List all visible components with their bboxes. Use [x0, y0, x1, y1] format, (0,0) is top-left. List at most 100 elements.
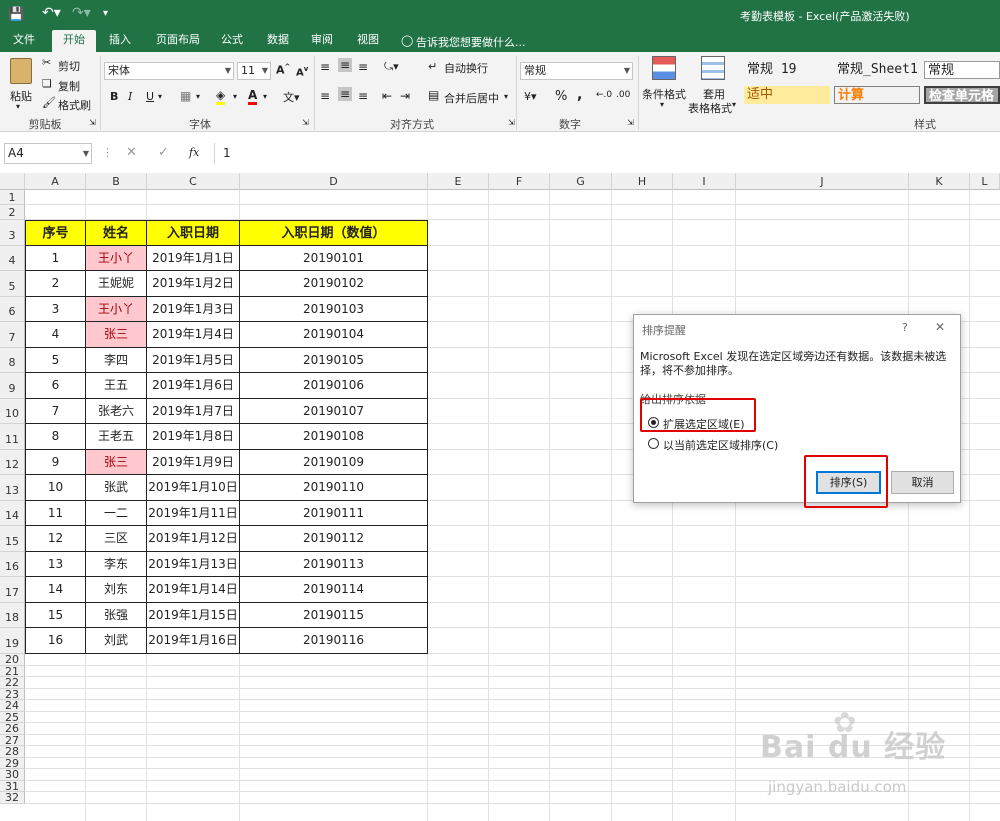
table-cell[interactable]: 1 [25, 246, 86, 271]
column-header-c[interactable]: C [147, 173, 240, 190]
row-header-10[interactable]: 10 [0, 399, 25, 424]
table-cell[interactable]: 王五 [86, 373, 147, 399]
table-cell[interactable]: 20190115 [240, 603, 428, 628]
row-header-32[interactable]: 32 [0, 792, 25, 804]
row-header-5[interactable]: 5 [0, 271, 25, 297]
table-cell[interactable]: 2019年1月1日 [147, 246, 240, 271]
table-cell[interactable]: 2019年1月9日 [147, 450, 240, 475]
table-cell[interactable]: 2019年1月16日 [147, 628, 240, 654]
style-neutral[interactable]: 适中 [744, 86, 830, 104]
tab-home[interactable]: 开始 [52, 30, 96, 52]
row-header-6[interactable]: 6 [0, 297, 25, 322]
tab-file[interactable]: 文件 [6, 30, 42, 52]
column-header-j[interactable]: J [736, 173, 909, 190]
table-dropdown-icon[interactable]: ▾ [732, 100, 736, 109]
merge-center-button[interactable]: 合并后居中 [444, 90, 499, 106]
table-cell[interactable]: 3 [25, 297, 86, 322]
underline-dropdown-icon[interactable]: ▾ [158, 92, 162, 101]
table-cell[interactable]: 16 [25, 628, 86, 654]
cancel-button[interactable]: 取消 [891, 471, 954, 494]
table-cell[interactable]: 12 [25, 526, 86, 552]
copy-button[interactable]: 复制 [58, 78, 80, 94]
row-header-17[interactable]: 17 [0, 577, 25, 603]
table-cell[interactable]: 2019年1月6日 [147, 373, 240, 399]
tell-me-box[interactable]: 告诉我您想要做什么... [416, 34, 526, 50]
grow-font-icon[interactable]: A^ [276, 63, 290, 77]
table-cell[interactable]: 2019年1月3日 [147, 297, 240, 322]
table-cell[interactable]: 9 [25, 450, 86, 475]
table-cell[interactable]: 李东 [86, 552, 147, 577]
table-cell[interactable]: 王小丫 [86, 246, 147, 271]
row-header-15[interactable]: 15 [0, 526, 25, 552]
table-cell[interactable]: 2019年1月8日 [147, 424, 240, 450]
customize-toolbar-icon[interactable]: ▾ [103, 8, 108, 19]
decrease-indent-icon[interactable]: ⇤ [382, 89, 392, 103]
row-header-1[interactable]: 1 [0, 190, 25, 205]
table-cell[interactable]: 2019年1月11日 [147, 501, 240, 526]
number-format-select[interactable]: 常规 ▼ [520, 62, 633, 80]
tab-view[interactable]: 视图 [350, 30, 386, 52]
align-right-icon[interactable]: ≡ [358, 89, 368, 103]
table-header-cell[interactable]: 序号 [25, 220, 86, 246]
name-box[interactable]: A4 ▼ [4, 143, 92, 164]
column-header-k[interactable]: K [909, 173, 970, 190]
column-header-f[interactable]: F [489, 173, 550, 190]
column-header-l[interactable]: L [970, 173, 1000, 190]
table-cell[interactable]: 20190106 [240, 373, 428, 399]
table-cell[interactable]: 20190109 [240, 450, 428, 475]
table-cell[interactable]: 20190104 [240, 322, 428, 348]
format-as-table-line2[interactable]: 表格格式 [688, 100, 732, 116]
column-header-a[interactable]: A [25, 173, 86, 190]
table-cell[interactable]: 20190107 [240, 399, 428, 424]
table-cell[interactable]: 20190111 [240, 501, 428, 526]
paste-icon[interactable] [10, 58, 32, 84]
enter-entry-icon[interactable]: ✓ [158, 145, 169, 160]
redo-icon[interactable]: ↷▾ [72, 5, 91, 21]
table-cell[interactable]: 2019年1月2日 [147, 271, 240, 297]
table-cell[interactable]: 2019年1月7日 [147, 399, 240, 424]
font-color-dropdown-icon[interactable]: ▾ [263, 92, 267, 101]
border-icon[interactable]: ▦ [180, 89, 191, 103]
table-cell[interactable]: 20190116 [240, 628, 428, 654]
table-cell[interactable]: 20190113 [240, 552, 428, 577]
table-cell[interactable]: 20190110 [240, 475, 428, 501]
table-cell[interactable]: 10 [25, 475, 86, 501]
border-dropdown-icon[interactable]: ▾ [196, 92, 200, 101]
style-normal-sheet1[interactable]: 常规_Sheet1 [834, 61, 924, 79]
row-header-7[interactable]: 7 [0, 322, 25, 348]
table-cell[interactable]: 刘东 [86, 577, 147, 603]
style-normal[interactable]: 常规 [924, 61, 1000, 79]
table-cell[interactable]: 2019年1月4日 [147, 322, 240, 348]
column-header-g[interactable]: G [550, 173, 612, 190]
font-color-icon[interactable]: A [248, 88, 258, 105]
font-size-select[interactable]: 11 ▼ [237, 62, 271, 80]
cancel-entry-icon[interactable]: ✕ [126, 145, 137, 160]
align-top-icon[interactable]: ≡ [320, 60, 330, 74]
comma-button[interactable]: , [577, 87, 582, 103]
close-icon[interactable]: ✕ [935, 320, 945, 334]
clipboard-launcher-icon[interactable]: ⇲ [89, 118, 96, 127]
row-header-2[interactable]: 2 [0, 205, 25, 220]
save-icon[interactable]: 💾 [8, 7, 24, 22]
table-cell[interactable]: 15 [25, 603, 86, 628]
table-cell[interactable]: 李四 [86, 348, 147, 373]
table-cell[interactable]: 一二 [86, 501, 147, 526]
phonetic-icon[interactable]: 文▾ [283, 89, 300, 105]
table-cell[interactable]: 20190108 [240, 424, 428, 450]
current-selection-label[interactable]: 以当前选定区域排序(C) [663, 437, 778, 453]
table-cell[interactable]: 20190101 [240, 246, 428, 271]
currency-icon[interactable]: ¥▾ [524, 90, 537, 103]
shrink-font-icon[interactable]: Av [296, 65, 308, 78]
table-cell[interactable]: 张三 [86, 450, 147, 475]
column-header-i[interactable]: I [673, 173, 736, 190]
column-header-d[interactable]: D [240, 173, 428, 190]
row-header-8[interactable]: 8 [0, 348, 25, 373]
table-cell[interactable]: 2019年1月15日 [147, 603, 240, 628]
table-cell[interactable]: 20190112 [240, 526, 428, 552]
align-middle-icon[interactable]: ≡ [338, 58, 353, 72]
row-header-14[interactable]: 14 [0, 501, 25, 526]
row-header-3[interactable]: 3 [0, 220, 25, 246]
table-cell[interactable]: 张武 [86, 475, 147, 501]
align-left-icon[interactable]: ≡ [320, 89, 330, 103]
conditional-dropdown-icon[interactable]: ▾ [660, 100, 664, 109]
